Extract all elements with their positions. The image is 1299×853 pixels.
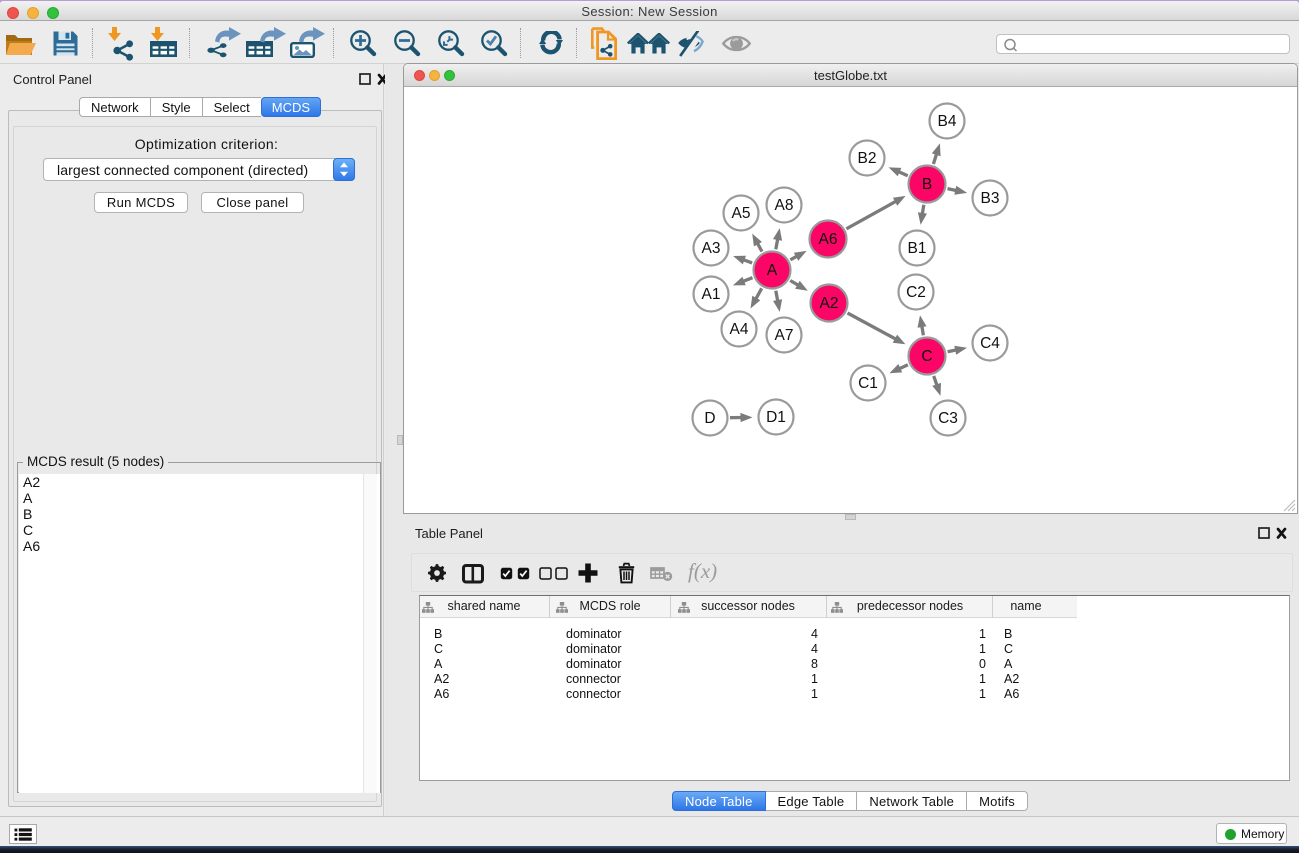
svg-text:A2: A2 [820, 295, 839, 312]
svg-text:A: A [767, 262, 778, 279]
svg-text:C: C [921, 348, 932, 365]
svg-text:A7: A7 [775, 327, 794, 344]
svg-text:B: B [922, 176, 932, 193]
svg-text:B1: B1 [908, 240, 927, 257]
svg-text:B4: B4 [938, 113, 957, 130]
svg-text:A8: A8 [775, 197, 794, 214]
svg-text:A6: A6 [819, 231, 838, 248]
svg-text:D: D [704, 410, 715, 427]
svg-text:D1: D1 [766, 409, 786, 426]
svg-text:B3: B3 [981, 190, 1000, 207]
svg-text:B2: B2 [858, 150, 877, 167]
svg-text:A1: A1 [702, 286, 721, 303]
svg-text:A3: A3 [702, 240, 721, 257]
svg-text:C3: C3 [938, 410, 958, 427]
svg-text:C1: C1 [858, 375, 878, 392]
svg-text:C4: C4 [980, 335, 1000, 352]
svg-text:C2: C2 [906, 284, 926, 301]
svg-text:f(x): f(x) [688, 561, 717, 583]
svg-text:A4: A4 [730, 321, 749, 338]
svg-text:A5: A5 [732, 205, 751, 222]
